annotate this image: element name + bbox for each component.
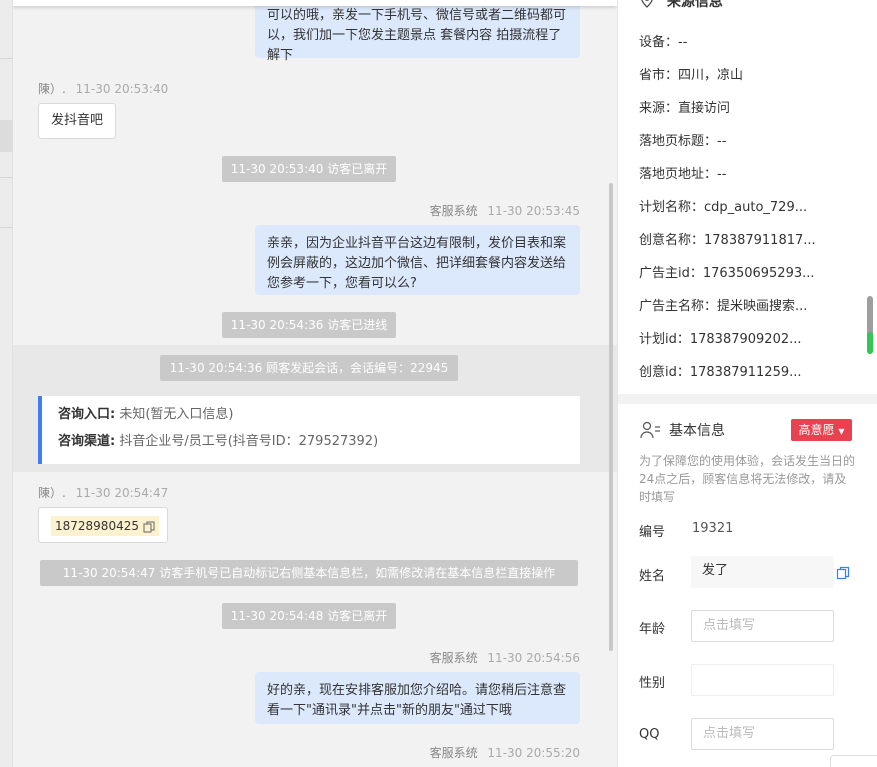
chat-pane: 可以的哦，亲发一下手机号、微信号或者二维码都可以，我们加一下您发主题景点 套餐内… — [13, 0, 617, 767]
qq-label: QQ — [639, 727, 660, 742]
intent-label: 高意愿 — [798, 423, 835, 437]
message-text: 亲亲，因为企业抖音平台这边有限制，发价目表和案例会屏蔽的，这边加个微信、把详细套… — [267, 236, 567, 291]
left-strip-divider — [0, 58, 13, 59]
visitor-sender-line: 陳）. 11-30 20:54:47 — [38, 484, 168, 501]
qq-input[interactable]: 点击填写 — [691, 718, 834, 750]
system-notice: 11-30 20:53:40 访客已离开 — [222, 156, 396, 182]
source-row: 设备：-- — [639, 35, 688, 50]
left-nav-strip — [0, 0, 13, 767]
message-time: 11-30 20:53:45 — [487, 204, 580, 218]
id-label: 编号 — [639, 525, 666, 540]
source-row: 来源：直接访问 — [639, 101, 731, 116]
consult-channel-row: 咨询渠道: 抖音企业号/员工号(抖音号ID：279527392) — [58, 432, 580, 459]
user-icon — [640, 421, 660, 439]
chat-scrollbar[interactable] — [609, 183, 613, 651]
visitor-phone-bubble: 18728980425 — [38, 507, 168, 543]
intent-dropdown[interactable]: 高意愿 ▼ — [791, 419, 852, 441]
caret-down-icon: ▼ — [838, 427, 845, 436]
consult-channel-label: 咨询渠道: — [58, 434, 116, 449]
message-time: 11-30 20:54:47 — [75, 486, 169, 500]
message-text: 可以的哦，亲发一下手机号、微信号或者二维码都可以，我们加一下您发主题景点 套餐内… — [267, 8, 567, 63]
age-input[interactable]: 点击填写 — [691, 610, 834, 642]
notice-text: 11-30 20:54:36 访客已进线 — [230, 318, 388, 332]
left-strip-divider — [0, 177, 13, 178]
location-pin-icon — [641, 0, 653, 8]
message-text: 好的亲，现在安排客服加您介绍哈。请您稍后注意查看一下"通讯录"并点击"新的朋友"… — [267, 683, 567, 718]
source-row: 计划名称：cdp_auto_729... — [639, 200, 808, 215]
section-divider — [618, 394, 877, 404]
floating-widget-edge — [830, 755, 877, 767]
consult-entry-row: 咨询入口: 未知(暂无入口信息) — [58, 405, 580, 432]
age-label: 年龄 — [639, 622, 666, 637]
left-strip-active-item[interactable] — [0, 120, 13, 152]
source-row: 创意名称：178387911817... — [639, 233, 816, 248]
agent-message-bubble: 亲亲，因为企业抖音平台这边有限制，发价目表和案例会屏蔽的，这边加个微信、把详细套… — [255, 225, 580, 295]
age-placeholder: 点击填写 — [703, 618, 756, 633]
source-row: 落地页标题：-- — [639, 134, 727, 149]
visitor-message-bubble: 发抖音吧 — [38, 103, 117, 139]
source-row: 广告主名称：提米映画搜索... — [639, 299, 808, 314]
session-start-notice: 11-30 20:54:36 顾客发起会话，会话编号：22945 — [160, 355, 458, 381]
copy-icon[interactable] — [143, 521, 155, 533]
panel-scrollbar-indicator — [867, 332, 873, 354]
phone-number[interactable]: 18728980425 — [51, 516, 159, 536]
source-row: 计划id：178387909202... — [639, 332, 802, 347]
notice-text: 11-30 20:54:48 访客已离开 — [230, 609, 388, 623]
basic-info-header: 基本信息 — [640, 419, 725, 441]
phone-number-text: 18728980425 — [55, 519, 139, 533]
notice-text: 11-30 20:54:36 顾客发起会话，会话编号：22945 — [169, 361, 449, 375]
source-row: 省市：四川，凉山 — [639, 68, 744, 83]
sender-name: 客服系统 — [429, 204, 478, 218]
name-field[interactable]: 发了 — [691, 556, 834, 588]
name-value: 发了 — [702, 563, 729, 578]
consult-entry-label: 咨询入口: — [58, 407, 116, 422]
sender-name: 客服系统 — [429, 746, 478, 760]
source-info-title: 来源信息 — [666, 0, 723, 10]
system-notice: 11-30 20:54:48 访客已离开 — [222, 603, 396, 629]
visitor-sender-line: 陳）. 11-30 20:53:40 — [38, 80, 168, 97]
source-info-header: 来源信息 — [640, 0, 723, 11]
left-strip-divider — [0, 227, 13, 228]
chat-top-bar — [13, 0, 617, 6]
consult-channel-value: 抖音企业号/员工号(抖音号ID：279527392) — [119, 434, 379, 449]
message-time: 11-30 20:53:40 — [75, 82, 169, 96]
notice-text: 11-30 20:54:47 访客手机号已自动标记右侧基本信息栏，如需修改请在基… — [62, 566, 556, 580]
qq-placeholder: 点击填写 — [703, 726, 756, 741]
agent-sender-line: 客服系统 11-30 20:53:45 — [430, 202, 580, 219]
message-time: 11-30 20:55:20 — [487, 746, 580, 760]
app-root: 可以的哦，亲发一下手机号、微信号或者二维码都可以，我们加一下您发主题景点 套餐内… — [0, 0, 877, 767]
consult-info-card: 咨询入口: 未知(暂无入口信息) 咨询渠道: 抖音企业号/员工号(抖音号ID：2… — [38, 396, 580, 464]
sender-name: 陳）. — [38, 486, 66, 500]
edit-hint: 为了保障您的使用体验，会话发生当日的24点之后，顾客信息将无法修改，请及时填写 — [639, 454, 856, 504]
message-time: 11-30 20:54:56 — [487, 651, 580, 665]
copy-icon[interactable] — [836, 566, 850, 580]
sender-name: 客服系统 — [429, 651, 478, 665]
basic-info-title: 基本信息 — [669, 423, 725, 439]
system-notice: 11-30 20:54:47 访客手机号已自动标记右侧基本信息栏，如需修改请在基… — [40, 560, 578, 586]
customer-info-panel: 来源信息 设备：-- 省市：四川，凉山 来源：直接访问 落地页标题：-- 落地页… — [617, 0, 877, 767]
agent-sender-line: 客服系统 11-30 20:55:20 — [430, 744, 580, 761]
source-row: 创意id：178387911259... — [639, 365, 802, 380]
message-text: 发抖音吧 — [51, 113, 104, 128]
agent-sender-line: 客服系统 11-30 20:54:56 — [430, 649, 580, 666]
notice-text: 11-30 20:53:40 访客已离开 — [230, 162, 388, 176]
system-notice: 11-30 20:54:36 访客已进线 — [222, 312, 396, 338]
agent-message-bubble: 可以的哦，亲发一下手机号、微信号或者二维码都可以，我们加一下您发主题景点 套餐内… — [255, 0, 580, 63]
name-label: 姓名 — [639, 569, 666, 584]
id-value: 19321 — [692, 521, 734, 536]
source-row: 广告主id：176350695293... — [639, 266, 815, 281]
sender-name: 陳）. — [38, 82, 66, 96]
source-row: 落地页地址：-- — [639, 167, 727, 182]
gender-label: 性别 — [639, 676, 666, 691]
agent-message-bubble: 好的亲，现在安排客服加您介绍哈。请您稍后注意查看一下"通讯录"并点击"新的朋友"… — [255, 672, 580, 724]
consult-entry-value: 未知(暂无入口信息) — [119, 407, 234, 422]
gender-select[interactable] — [691, 664, 834, 696]
